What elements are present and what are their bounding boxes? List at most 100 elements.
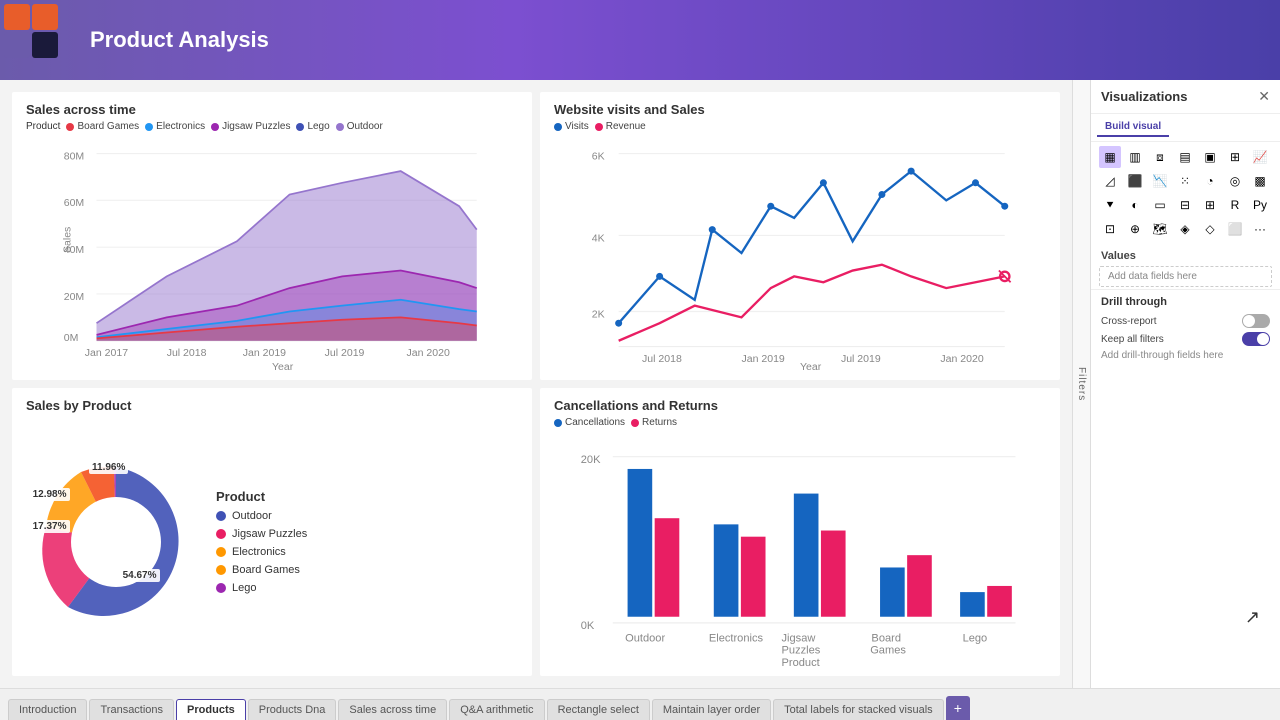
cross-report-toggle[interactable] — [1242, 314, 1270, 328]
icon-map[interactable]: 🗺 — [1149, 218, 1171, 240]
icon-gauge[interactable]: ◐ — [1124, 194, 1146, 216]
svg-text:4K: 4K — [592, 232, 605, 244]
icon-clustered-col[interactable]: ▣ — [1199, 146, 1221, 168]
svg-text:80M: 80M — [64, 150, 84, 162]
icon-stacked-area[interactable]: ⬛ — [1124, 170, 1146, 192]
dot-jigsaw — [216, 529, 226, 539]
sales-time-chart: 80M 60M 40M 20M 0M — [26, 136, 518, 370]
tab-maintain-layer[interactable]: Maintain layer order — [652, 699, 771, 720]
tab-total-labels[interactable]: Total labels for stacked visuals — [773, 699, 944, 720]
logo-block-1 — [4, 4, 30, 30]
svg-text:Outdoor: Outdoor — [625, 632, 665, 644]
legend-jigsaw: Jigsaw Puzzles — [211, 121, 290, 132]
svg-text:Jan 2019: Jan 2019 — [243, 347, 286, 359]
svg-text:Year: Year — [272, 361, 294, 370]
legend-dot-revenue — [595, 123, 603, 131]
drill-add-field[interactable]: Add drill-through fields here — [1101, 350, 1270, 361]
icon-matrix[interactable]: ⊞ — [1199, 194, 1221, 216]
icon-custom1[interactable]: ⊡ — [1099, 218, 1121, 240]
icon-scatter[interactable]: ⁙ — [1174, 170, 1196, 192]
tab-build-visual[interactable]: Build visual — [1097, 118, 1169, 137]
icon-r-visual[interactable]: R — [1224, 194, 1246, 216]
product-legend-title: Product — [216, 489, 307, 504]
svg-text:20K: 20K — [581, 454, 601, 466]
tab-add-button[interactable]: + — [946, 696, 970, 720]
legend-dot-returns — [631, 419, 639, 427]
svg-text:Lego: Lego — [963, 632, 988, 644]
dot-outdoor — [216, 511, 226, 521]
tab-qa-arithmetic[interactable]: Q&A arithmetic — [449, 699, 544, 720]
icon-table[interactable]: ⊟ — [1174, 194, 1196, 216]
icon-line2[interactable]: 📉 — [1149, 170, 1171, 192]
tab-sales-across-time[interactable]: Sales across time — [338, 699, 447, 720]
main-layout: Sales across time Product Board Games El… — [0, 80, 1280, 688]
close-viz-icon[interactable]: ✕ — [1258, 88, 1270, 105]
content-area: Sales across time Product Board Games El… — [0, 80, 1072, 688]
legend-label-cancellations: Cancellations — [565, 417, 625, 428]
icon-clustered-bar[interactable]: ▥ — [1124, 146, 1146, 168]
svg-text:Jigsaw: Jigsaw — [782, 632, 817, 644]
svg-text:Puzzles: Puzzles — [782, 645, 821, 657]
icon-line[interactable]: 📈 — [1249, 146, 1271, 168]
legend-label-boardgames: Board Games — [77, 121, 139, 132]
viz-icon-grid: ▦ ▥ ⧈ ▤ ▣ ⊞ 📈 ◿ ⬛ 📉 ⁙ ◔ ◎ ▩ ⯆ ◐ ▭ ⊟ ⊞ R … — [1091, 142, 1280, 244]
keep-filters-toggle[interactable] — [1242, 332, 1270, 346]
svg-text:Year: Year — [800, 361, 822, 370]
logo-block-3 — [32, 4, 58, 30]
legend-item-outdoor: Outdoor — [216, 510, 307, 522]
icon-image[interactable]: ⬜ — [1224, 218, 1246, 240]
tab-products[interactable]: Products — [176, 699, 246, 720]
icon-treemap[interactable]: ▩ — [1249, 170, 1271, 192]
icon-py-visual[interactable]: Py — [1249, 194, 1271, 216]
tab-introduction[interactable]: Introduction — [8, 699, 87, 720]
legend-electronics-label: Electronics — [232, 546, 286, 558]
svg-text:Electronics: Electronics — [709, 632, 764, 644]
legend-boardgames-label: Board Games — [232, 564, 300, 576]
cross-report-toggle-knob — [1243, 315, 1255, 327]
icon-funnel[interactable]: ⯆ — [1099, 194, 1121, 216]
icon-100-bar[interactable]: ⧈ — [1149, 146, 1171, 168]
icon-shape[interactable]: ◇ — [1199, 218, 1221, 240]
icon-custom2[interactable]: ⊕ — [1124, 218, 1146, 240]
pie-labels: 54.67% 17.37% 12.98% 11.96% — [26, 452, 206, 632]
values-add-field[interactable]: Add data fields here — [1099, 266, 1272, 287]
icon-area[interactable]: ◿ — [1099, 170, 1121, 192]
sales-product-title: Sales by Product — [26, 398, 518, 413]
icon-pie[interactable]: ◔ — [1199, 170, 1221, 192]
icon-100-col[interactable]: ⊞ — [1224, 146, 1246, 168]
legend-dot-jigsaw — [211, 123, 219, 131]
legend-label-electronics: Electronics — [156, 121, 205, 132]
tab-transactions[interactable]: Transactions — [89, 699, 174, 720]
legend-label-visits: Visits — [565, 121, 589, 132]
tab-products-dna[interactable]: Products Dna — [248, 699, 337, 720]
icon-donut[interactable]: ◎ — [1224, 170, 1246, 192]
svg-text:6K: 6K — [592, 150, 605, 162]
top-bar: Product Analysis — [0, 0, 1280, 80]
svg-text:Jul 2018: Jul 2018 — [642, 353, 682, 365]
icon-stacked-col[interactable]: ▤ — [1174, 146, 1196, 168]
dot-electronics — [216, 547, 226, 557]
svg-text:20M: 20M — [64, 291, 84, 303]
sales-time-panel: Sales across time Product Board Games El… — [12, 92, 532, 380]
logo-block-2 — [4, 32, 30, 58]
icon-card[interactable]: ▭ — [1149, 194, 1171, 216]
legend-dot-lego — [296, 123, 304, 131]
legend-item-electronics: Electronics — [216, 546, 307, 558]
svg-text:0M: 0M — [64, 332, 79, 344]
legend-lego-label: Lego — [232, 582, 256, 594]
viz-panel-title: Visualizations — [1101, 89, 1187, 104]
tab-bar: Introduction Transactions Products Produ… — [0, 688, 1280, 720]
icon-stacked-bar[interactable]: ▦ — [1099, 146, 1121, 168]
sales-product-panel: Sales by Product — [12, 388, 532, 676]
icon-filled-map[interactable]: ◈ — [1174, 218, 1196, 240]
tab-rectangle-select[interactable]: Rectangle select — [547, 699, 650, 720]
svg-text:Jul 2019: Jul 2019 — [841, 353, 881, 365]
website-visits-title: Website visits and Sales — [554, 102, 1046, 117]
viz-tab-bar: Build visual — [1091, 114, 1280, 142]
page-title: Product Analysis — [90, 27, 269, 53]
legend-dot-outdoor — [336, 123, 344, 131]
legend-electronics: Electronics — [145, 121, 205, 132]
svg-text:Product: Product — [782, 657, 820, 666]
product-legend-container: Product Outdoor Jigsaw Puzzles — [216, 489, 307, 594]
icon-more[interactable]: ··· — [1249, 218, 1271, 240]
